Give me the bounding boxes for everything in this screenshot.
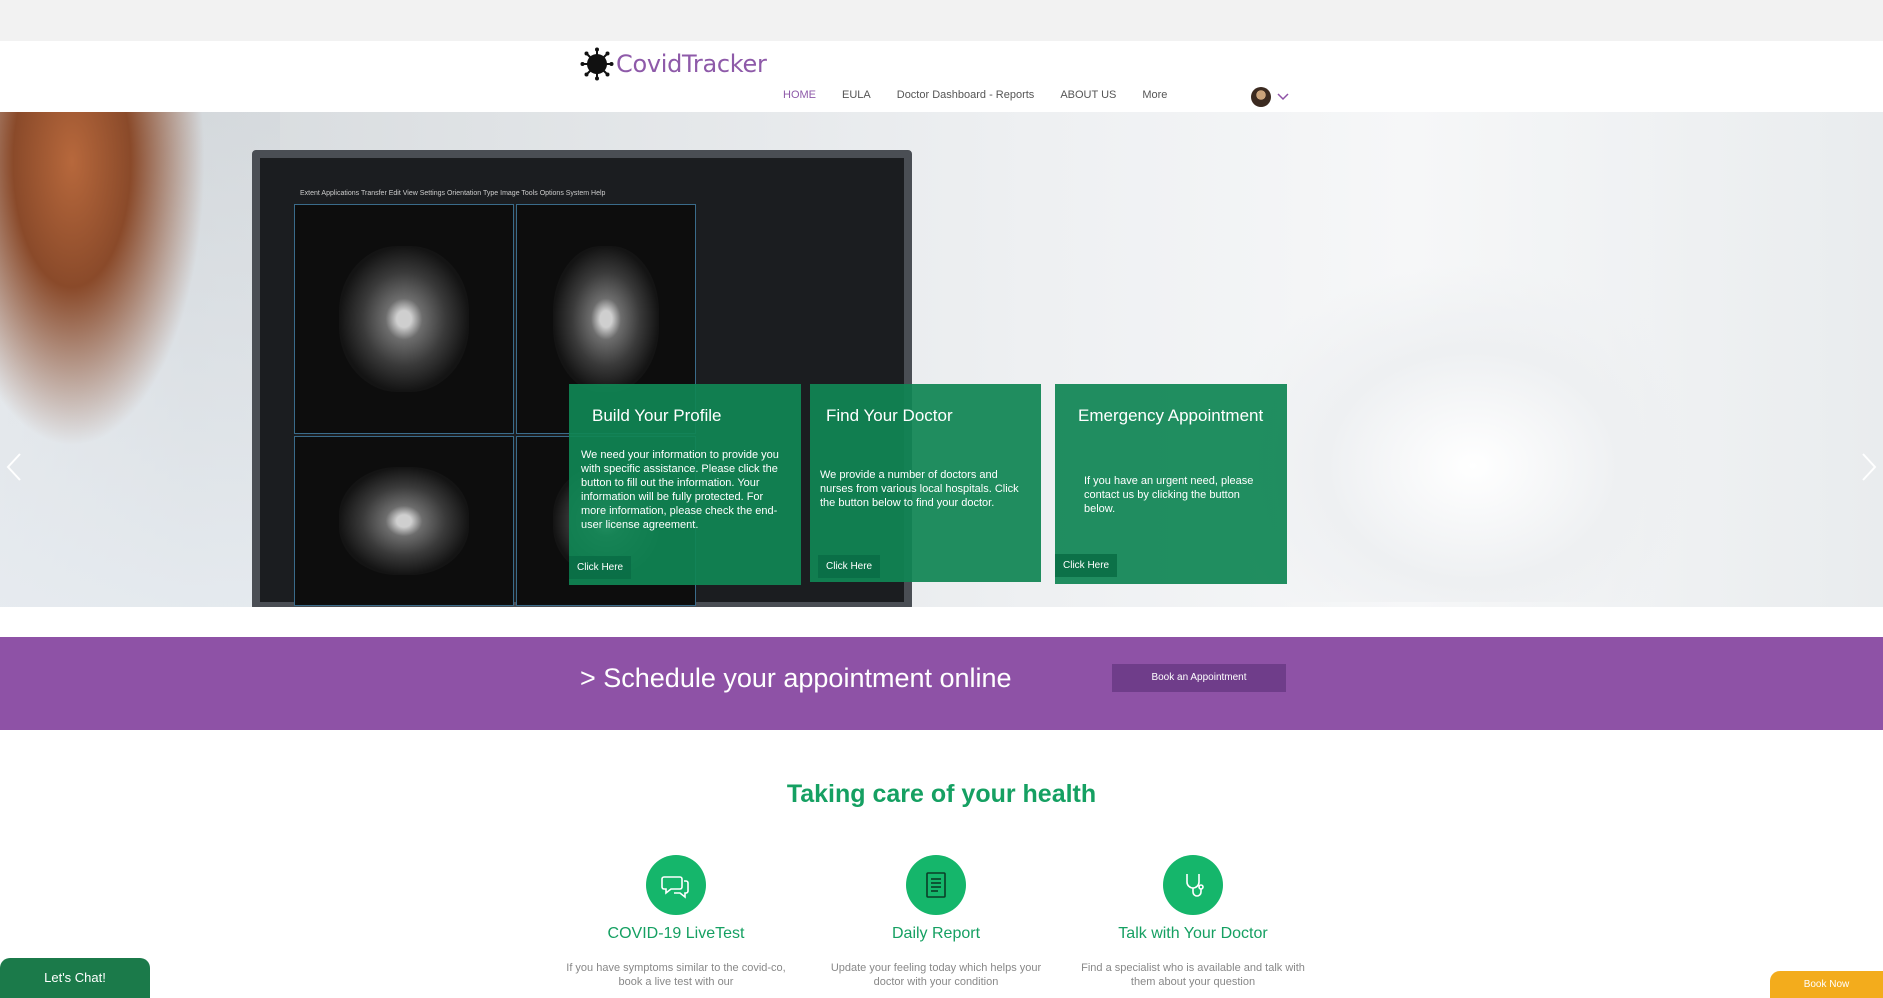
ct-scanner-image [1213,262,1733,602]
virus-icon [580,47,614,81]
feature-icon-circle[interactable] [1163,855,1223,915]
brand-name: CovidTracker [616,50,767,78]
feature-title: Talk with Your Doctor [1118,925,1268,942]
account-menu[interactable] [1251,87,1289,107]
card-text: We need your information to provide you … [581,449,779,531]
feature-description: If you have symptoms similar to the covi… [566,962,786,988]
next-slide-arrow[interactable] [1859,452,1879,482]
book-now-button[interactable]: Book Now [1770,971,1883,998]
feature-icon-circle[interactable] [646,855,706,915]
build-profile-click-here-button[interactable]: Click Here [569,556,632,579]
feature-title: Daily Report [891,925,981,942]
ct-scan-sagittal [294,204,514,434]
stethoscope-icon [1186,874,1204,897]
card-title: Find Your Doctor [826,406,953,425]
logo[interactable]: CovidTracker [580,47,767,81]
report-list-icon [926,872,946,898]
site-header: CovidTracker HOME EULA Doctor Dashboard … [0,41,1883,112]
feature-description: Find a specialist who is available and t… [1081,962,1305,988]
section-title: Taking care of your health [786,780,1097,808]
card-text: If you have an urgent need, please conta… [1084,475,1254,515]
avatar[interactable] [1251,87,1271,107]
card-title: Build Your Profile [592,406,722,425]
top-bar [0,0,1883,41]
monitor-menu-text: Extent Applications Transfer Edit View S… [300,190,606,197]
book-appointment-button[interactable]: Book an Appointment [1112,664,1286,692]
card-text: We provide a number of doctors and nurse… [820,469,1019,509]
main-nav: HOME EULA Doctor Dashboard - Reports ABO… [770,89,1180,101]
nav-about-us[interactable]: ABOUT US [1060,89,1116,101]
feature-livetest: COVID-19 LiveTest If you have symptoms s… [556,855,796,989]
find-doctor-click-here-button[interactable]: Click Here [818,555,881,578]
feature-icon-circle[interactable] [906,855,966,915]
chevron-down-icon[interactable] [1277,93,1289,101]
nav-home[interactable]: HOME [783,89,816,101]
feature-daily-report: Daily Report Update your feeling today w… [816,855,1056,989]
ct-scan-axial [294,436,514,606]
card-build-profile: Build Your Profile We need your informat… [569,384,801,585]
nav-doctor-dashboard[interactable]: Doctor Dashboard - Reports [897,89,1035,101]
lets-chat-button[interactable]: Let's Chat! [0,958,150,998]
nav-more[interactable]: More [1142,89,1167,101]
nav-eula[interactable]: EULA [842,89,871,101]
emergency-click-here-button[interactable]: Click Here [1055,554,1118,577]
chat-bubbles-icon [661,876,689,899]
previous-slide-arrow[interactable] [4,452,24,482]
feature-talk-doctor: Talk with Your Doctor Find a specialist … [1073,855,1313,989]
schedule-text: > Schedule your appointment online [580,663,1012,693]
card-title: Emergency Appointment [1078,406,1264,425]
feature-description: Update your feeling today which helps yo… [830,962,1042,988]
card-find-doctor: Find Your Doctor We provide a number of … [810,384,1041,582]
schedule-banner: > Schedule your appointment online Book … [0,637,1883,730]
card-emergency-appointment: Emergency Appointment If you have an urg… [1055,384,1287,584]
hero-person-image [0,112,280,607]
feature-title: COVID-19 LiveTest [607,925,745,942]
